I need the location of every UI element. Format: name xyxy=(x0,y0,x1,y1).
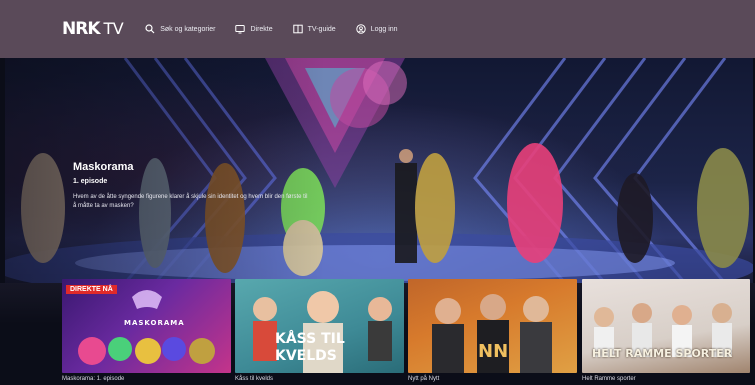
nav-direkte-label: Direkte xyxy=(250,25,273,33)
hero-info: Maskorama 1. episode Hvem av de åtte syn… xyxy=(73,161,323,211)
nrk-tv-logo[interactable]: NRK TV xyxy=(62,19,124,39)
card-caption-maskorama[interactable]: Maskorama: 1. episode xyxy=(62,376,124,382)
nytt-pa-nytt-logo-text: NN xyxy=(478,341,509,362)
card-caption-kass-til-kvelds[interactable]: Kåss til kvelds xyxy=(235,376,273,382)
search-icon xyxy=(145,24,155,34)
book-icon xyxy=(292,24,303,34)
card-caption-helt-ramme-sporter[interactable]: Helt Ramme sporter xyxy=(582,376,636,382)
card-caption-nytt-pa-nytt[interactable]: Nytt på Nytt xyxy=(408,376,439,382)
kvelds-art-line2: KVELDS xyxy=(275,348,337,364)
hero-banner[interactable]: Maskorama 1. episode Hvem av de åtte syn… xyxy=(5,58,753,283)
program-card-maskorama[interactable]: DIREKTE NÅ MASKORAMA xyxy=(62,279,231,373)
nav-direkte[interactable]: Direkte xyxy=(235,24,273,34)
nav-tv-guide-label: TV-guide xyxy=(307,25,336,33)
live-now-badge: DIREKTE NÅ xyxy=(66,285,117,294)
program-card-nytt-pa-nytt[interactable]: NN xyxy=(408,279,577,373)
nav-tv-guide[interactable]: TV-guide xyxy=(292,24,336,34)
nav-search-categories[interactable]: Søk og kategorier xyxy=(145,24,215,34)
hero-title[interactable]: Maskorama xyxy=(73,161,323,173)
user-circle-icon xyxy=(355,24,366,34)
logo-nrk-text: NRK xyxy=(62,19,100,39)
tv-screen-icon xyxy=(235,25,246,34)
top-navigation-bar: NRK TV Søk og kategorier Direkte TV-guid… xyxy=(0,0,755,58)
main-nav: Søk og kategorier Direkte TV-guide Logg … xyxy=(145,24,398,34)
maskorama-logo-text: MASKORAMA xyxy=(124,319,185,327)
nav-logg-inn[interactable]: Logg inn xyxy=(355,24,398,34)
nav-logg-inn-label: Logg inn xyxy=(370,25,398,33)
nav-search-label: Søk og kategorier xyxy=(160,25,216,33)
logo-tv-text: TV xyxy=(103,19,124,38)
helt-ramme-sporter-logo-text: HELT RAMME SPORTER xyxy=(592,347,733,360)
program-card-helt-ramme-sporter[interactable]: HELT RAMME SPORTER xyxy=(582,279,750,373)
program-card-kass-til-kvelds[interactable]: KÅSS TIL KVELDS xyxy=(235,279,404,373)
kass-til-art-line1: KÅSS TIL xyxy=(275,331,345,347)
hero-description: Hvem av de åtte syngende figurene klarer… xyxy=(73,194,308,209)
hero-episode: 1. episode xyxy=(73,178,108,185)
